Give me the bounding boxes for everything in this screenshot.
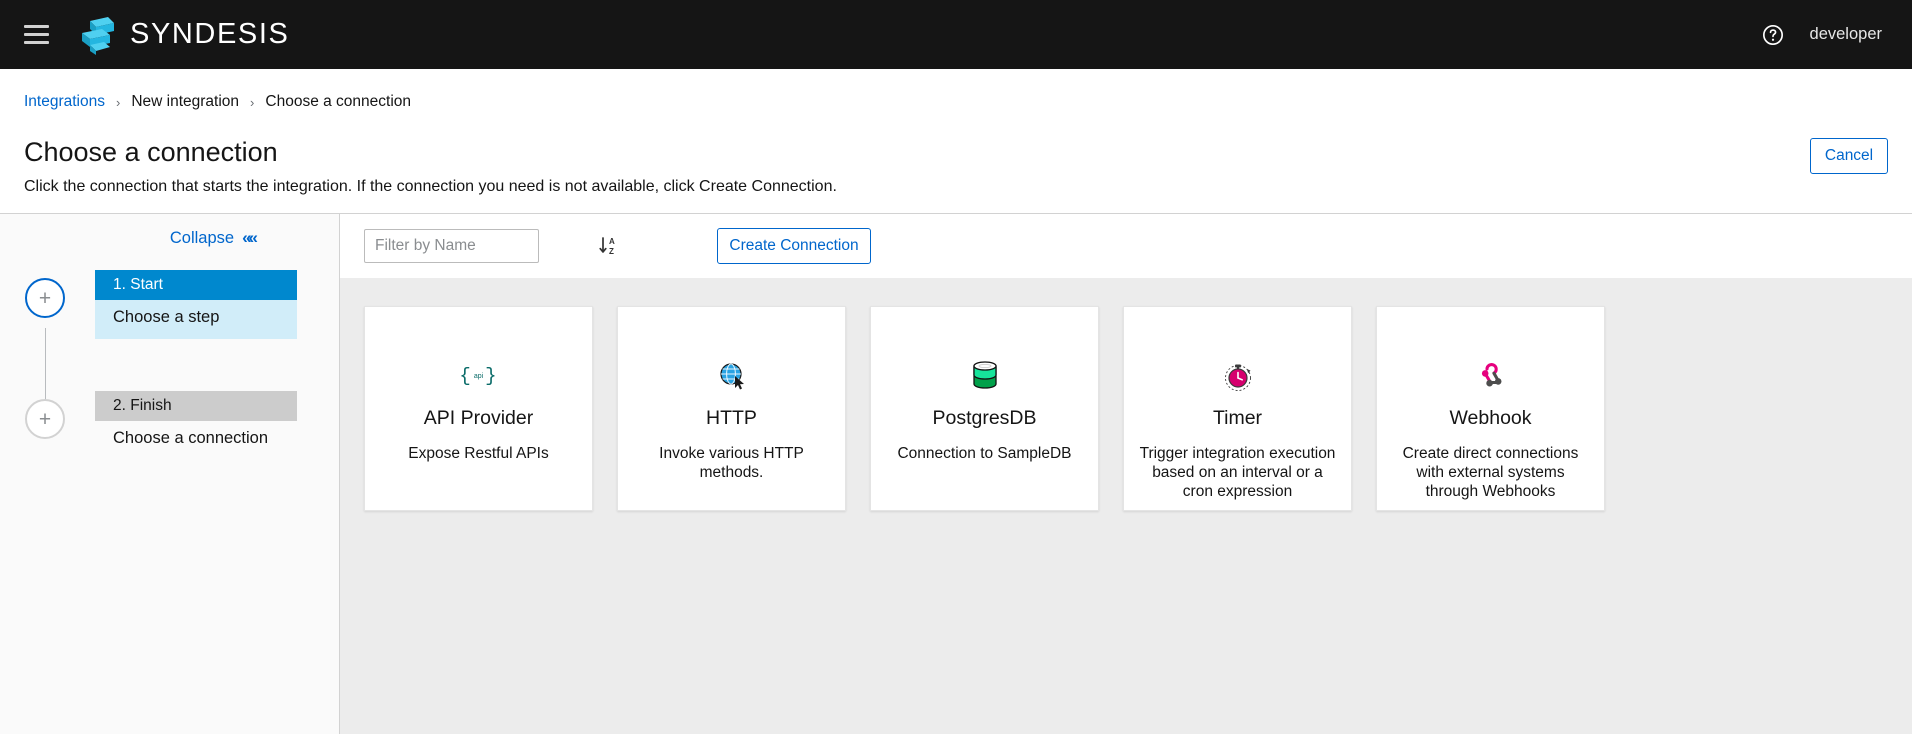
connection-card-description: Trigger integration execution based on a… <box>1139 445 1336 501</box>
cancel-button[interactable]: Cancel <box>1810 138 1888 174</box>
hamburger-menu-icon[interactable] <box>14 13 58 57</box>
hamburger-bar <box>23 41 49 44</box>
connection-card-title: Timer <box>1212 407 1263 429</box>
page-title: Choose a connection <box>24 137 278 167</box>
filter-by-name-input[interactable] <box>364 229 539 263</box>
http-globe-cursor-icon <box>716 359 748 393</box>
add-step-plus-icon-start[interactable]: + <box>25 278 65 318</box>
timer-stopwatch-icon <box>1222 359 1254 393</box>
breadcrumb-item-new-integration: New integration <box>131 93 240 110</box>
topnav-right-group: developer <box>1762 24 1882 46</box>
sort-alpha-asc-icon[interactable]: A Z <box>595 231 623 261</box>
syndesis-logo-icon <box>82 16 114 55</box>
breadcrumb-separator-icon: › <box>250 94 255 110</box>
connection-card-description: Invoke various HTTP methods. <box>659 445 804 482</box>
connection-card-title: API Provider <box>423 407 534 429</box>
main-content: A Z Create Connection {api} API Provider… <box>340 214 1912 734</box>
step-body-finish[interactable]: Choose a connection <box>95 421 297 460</box>
step-block-finish: 2. Finish Choose a connection <box>95 391 297 460</box>
connection-card-api-provider[interactable]: {api} API Provider Expose Restful APIs <box>364 306 593 511</box>
flow-spacer <box>0 339 339 391</box>
connection-card-title: Webhook <box>1449 407 1532 429</box>
collapse-label: Collapse <box>169 228 235 247</box>
body-split: Collapse «« + 1. Start Choose a step + 2… <box>0 214 1912 734</box>
connection-card-description: Create direct connections with external … <box>1402 445 1579 501</box>
breadcrumb-separator-icon: › <box>116 94 121 110</box>
connection-card-title: PostgresDB <box>932 407 1037 429</box>
webhook-icon <box>1475 359 1507 393</box>
breadcrumb-item-integrations[interactable]: Integrations <box>24 93 105 111</box>
brand-name: SYNDESIS <box>130 18 290 50</box>
connection-card-webhook[interactable]: Webhook Create direct connections with e… <box>1376 306 1605 511</box>
username-label[interactable]: developer <box>1810 25 1882 44</box>
help-circle-icon[interactable] <box>1762 24 1784 46</box>
breadcrumb: Integrations › New integration › Choose … <box>24 93 1888 111</box>
connections-toolbar: A Z Create Connection <box>340 214 1912 278</box>
postgres-database-icon <box>970 359 1000 393</box>
create-connection-button[interactable]: Create Connection <box>717 228 871 264</box>
hamburger-bar <box>23 25 49 28</box>
breadcrumb-item-choose-a-connection: Choose a connection <box>265 93 412 110</box>
flow-steps: + 1. Start Choose a step + 2. Finish Cho… <box>0 270 339 460</box>
api-provider-icon: {api} <box>459 365 498 387</box>
page-subtitle: Click the connection that starts the int… <box>24 178 837 195</box>
connection-card-title: HTTP <box>706 407 757 429</box>
brand-logo[interactable]: SYNDESIS <box>78 15 289 55</box>
flow-step-finish: + 2. Finish Choose a connection <box>0 391 339 460</box>
connection-card-postgresdb[interactable]: PostgresDB Connection to SampleDB <box>870 306 1099 511</box>
page-header: Integrations › New integration › Choose … <box>0 69 1912 214</box>
step-block-start: 1. Start Choose a step <box>95 270 297 339</box>
step-body-start[interactable]: Choose a step <box>95 300 297 339</box>
step-header-finish[interactable]: 2. Finish <box>95 391 297 421</box>
integration-flow-sidebar: Collapse «« + 1. Start Choose a step + 2… <box>0 214 340 734</box>
collapse-sidebar-button[interactable]: Collapse «« <box>0 228 339 248</box>
connection-card-http[interactable]: HTTP Invoke various HTTP methods. <box>617 306 846 511</box>
hamburger-bar <box>23 33 49 36</box>
connections-row: {api} API Provider Expose Restful APIs H… <box>364 306 1888 511</box>
connection-card-description: Connection to SampleDB <box>897 445 1072 462</box>
flow-step-start: + 1. Start Choose a step <box>0 270 339 339</box>
step-header-start[interactable]: 1. Start <box>95 270 297 300</box>
svg-text:Z: Z <box>609 247 614 256</box>
top-navigation-bar: SYNDESIS developer <box>0 0 1912 69</box>
chevron-double-left-icon: «« <box>242 228 258 247</box>
add-step-plus-icon-finish[interactable]: + <box>25 399 65 439</box>
connection-card-description: Expose Restful APIs <box>408 445 549 462</box>
connections-grid: {api} API Provider Expose Restful APIs H… <box>340 278 1912 734</box>
svg-text:A: A <box>609 237 615 246</box>
connection-card-timer[interactable]: Timer Trigger integration execution base… <box>1123 306 1352 511</box>
